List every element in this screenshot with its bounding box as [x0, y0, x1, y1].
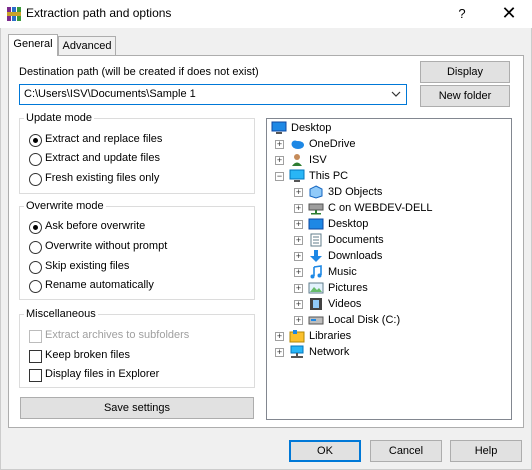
display-button[interactable]: Display: [420, 61, 510, 83]
tab-advanced[interactable]: Advanced: [58, 36, 116, 56]
tree-item-label: Desktop: [291, 122, 332, 134]
desktop-folder-icon: [308, 217, 324, 231]
expand-icon[interactable]: +: [294, 204, 303, 213]
radio-button[interactable]: [29, 261, 42, 274]
expand-icon[interactable]: +: [294, 188, 303, 197]
window-title: Extraction path and options: [26, 6, 172, 20]
tree-item-label: Documents: [328, 234, 384, 246]
cancel-button[interactable]: Cancel: [370, 440, 442, 462]
tree-item-label: 3D Objects: [328, 186, 383, 198]
checkbox-extract-to-subfolders[interactable]: Extract archives to subfolders: [29, 329, 249, 345]
destination-path-label: Destination path (will be created if doe…: [19, 66, 259, 78]
expand-icon[interactable]: +: [294, 316, 303, 325]
close-icon[interactable]: ✕: [494, 2, 524, 24]
tab-advanced-label: Advanced: [62, 40, 112, 52]
expand-icon[interactable]: +: [275, 348, 284, 357]
cube-icon: [308, 185, 324, 199]
tree-item-label: OneDrive: [309, 138, 356, 150]
radio-button[interactable]: [29, 221, 42, 234]
expand-icon[interactable]: +: [294, 220, 303, 229]
radio-ask-before-overwrite[interactable]: Ask before overwrite: [29, 220, 229, 236]
radio-label: Ask before overwrite: [45, 220, 146, 232]
radio-label: Extract and update files: [45, 152, 160, 164]
expand-icon[interactable]: +: [294, 252, 303, 261]
expand-icon[interactable]: +: [294, 268, 303, 277]
tree-item-label: Network: [309, 346, 350, 358]
radio-label: Extract and replace files: [45, 133, 163, 145]
expand-icon[interactable]: +: [275, 332, 284, 341]
checkbox[interactable]: [29, 330, 42, 343]
tree-item-label: Downloads: [328, 250, 383, 262]
tree-item-label: Local Disk (C:): [328, 314, 401, 326]
ok-button[interactable]: OK: [289, 440, 361, 462]
videos-icon: [308, 297, 324, 311]
overwrite-mode-title: Overwrite mode: [24, 200, 106, 212]
radio-label: Overwrite without prompt: [45, 240, 168, 252]
radio-fresh-existing[interactable]: Fresh existing files only: [29, 172, 229, 188]
destination-path-value[interactable]: C:\Users\ISV\Documents\Sample 1: [24, 88, 196, 100]
radio-overwrite-without-prompt[interactable]: Overwrite without prompt: [29, 240, 229, 256]
help-title-button[interactable]: ?: [450, 4, 474, 24]
radio-button[interactable]: [29, 173, 42, 186]
cloud-icon: [289, 137, 305, 151]
checkbox[interactable]: [29, 369, 42, 382]
libraries-icon: [289, 329, 305, 343]
checkbox-label: Keep broken files: [45, 349, 130, 361]
downloads-icon: [308, 249, 324, 263]
music-icon: [308, 265, 324, 279]
computer-icon: [289, 169, 305, 183]
tab-general[interactable]: General: [8, 34, 58, 56]
winrar-app-icon: [6, 6, 22, 22]
save-settings-button[interactable]: Save settings: [20, 397, 254, 419]
tree-item-label: Libraries: [309, 330, 352, 342]
title-bar: Extraction path and options ? ✕: [0, 0, 532, 28]
radio-label: Fresh existing files only: [45, 172, 160, 184]
tree-item-label: Music: [328, 266, 357, 278]
expand-icon[interactable]: +: [275, 140, 284, 149]
radio-label: Skip existing files: [45, 260, 130, 272]
chevron-down-icon[interactable]: [390, 87, 402, 104]
documents-icon: [308, 233, 324, 247]
radio-rename-automatically[interactable]: Rename automatically: [29, 279, 229, 295]
user-icon: [289, 153, 305, 167]
pictures-icon: [308, 281, 324, 295]
expand-icon[interactable]: +: [294, 284, 303, 293]
destination-path-combobox[interactable]: C:\Users\ISV\Documents\Sample 1: [19, 84, 407, 105]
radio-button[interactable]: [29, 280, 42, 293]
radio-label: Rename automatically: [45, 279, 154, 291]
collapse-icon[interactable]: −: [275, 172, 284, 181]
radio-extract-update[interactable]: Extract and update files: [29, 152, 229, 168]
expand-icon[interactable]: +: [294, 300, 303, 309]
expand-icon[interactable]: +: [275, 156, 284, 165]
new-folder-button[interactable]: New folder: [420, 85, 510, 107]
miscellaneous-title: Miscellaneous: [24, 308, 98, 320]
network-drive-icon: [308, 201, 324, 215]
update-mode-title: Update mode: [24, 112, 95, 124]
radio-button[interactable]: [29, 153, 42, 166]
desktop-icon: [271, 121, 287, 135]
network-icon: [289, 345, 305, 359]
help-button[interactable]: Help: [450, 440, 522, 462]
tree-item-label: Pictures: [328, 282, 368, 294]
local-disk-icon: [308, 313, 324, 327]
checkbox[interactable]: [29, 350, 42, 363]
checkbox-display-in-explorer[interactable]: Display files in Explorer: [29, 368, 249, 384]
checkbox-label: Display files in Explorer: [45, 368, 160, 380]
radio-button[interactable]: [29, 134, 42, 147]
radio-button[interactable]: [29, 241, 42, 254]
tree-item-label: ISV: [309, 154, 327, 166]
tree-item-label: Desktop: [328, 218, 369, 230]
folder-tree[interactable]: Desktop + OneDrive + ISV − This PC + 3D …: [266, 118, 512, 420]
tab-general-label: General: [13, 38, 53, 50]
checkbox-label: Extract archives to subfolders: [45, 329, 190, 341]
tree-item-label: Videos: [328, 298, 362, 310]
radio-extract-replace[interactable]: Extract and replace files: [29, 133, 229, 149]
checkbox-keep-broken-files[interactable]: Keep broken files: [29, 349, 249, 365]
expand-icon[interactable]: +: [294, 236, 303, 245]
tree-item-label: This PC: [309, 170, 349, 182]
tree-item-label: C on WEBDEV-DELL: [328, 202, 433, 214]
radio-skip-existing[interactable]: Skip existing files: [29, 260, 229, 276]
